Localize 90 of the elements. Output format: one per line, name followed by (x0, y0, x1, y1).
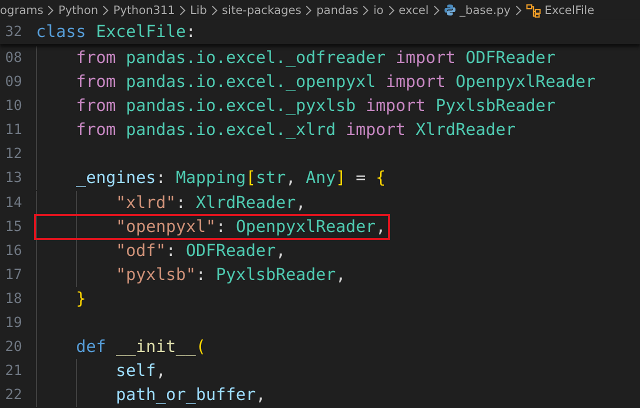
code-token: pandas.io.excel._openpyxl (124, 71, 377, 94)
code-token: ExcelFile (96, 21, 186, 43)
line-number: 17 (4, 266, 22, 285)
code-token: , (336, 264, 346, 286)
breadcrumb-item[interactable]: site-packages (222, 2, 302, 18)
chevron-icon (305, 4, 312, 16)
code-token: _engines (74, 167, 156, 190)
chevron-icon (210, 4, 218, 16)
code-token: "pyxlsb" (114, 264, 196, 286)
chevron-icon (514, 4, 522, 16)
breadcrumb-item[interactable]: ExcelFile (544, 2, 594, 18)
line-number: 14 (4, 194, 22, 213)
breadcrumb-item[interactable]: Lib (190, 2, 207, 18)
code-token: , (256, 384, 266, 406)
line-number: 18 (4, 290, 22, 309)
line-number: 22 (4, 386, 22, 406)
code-token: : (156, 167, 167, 190)
code-token: , (286, 167, 297, 190)
code-token: , (156, 360, 166, 382)
code-token: from (74, 119, 116, 142)
code-token: class (36, 21, 87, 43)
line-number: 15 (4, 218, 22, 237)
code-token: = (354, 167, 367, 190)
line-number: 16 (4, 242, 22, 261)
chevron-icon (362, 4, 370, 16)
code-token: import (386, 71, 446, 94)
line-number: 11 (4, 121, 22, 140)
breadcrumb-item[interactable]: _base.py (460, 2, 511, 18)
code-token: __init__ (116, 336, 196, 358)
chevron-icon (432, 4, 440, 16)
breadcrumb-item[interactable]: ograms (0, 2, 44, 18)
chevron-icon (102, 4, 110, 16)
code-token: "xlrd" (114, 192, 176, 214)
code-token: str (256, 167, 286, 190)
code-token: self (114, 360, 156, 382)
code-token: , (296, 192, 306, 214)
code-token: pandas.io.excel._pyxlsb (124, 95, 357, 118)
code-token: Mapping (176, 167, 246, 190)
code-token: from (74, 95, 116, 118)
code-token: ( (196, 336, 206, 358)
breadcrumb-item[interactable]: excel (398, 2, 429, 18)
code-token: XlrdReader (196, 192, 296, 214)
code-token: from (74, 71, 116, 94)
breadcrumb-item[interactable]: Python (58, 2, 98, 18)
code-token: pandas.io.excel._xlrd (124, 119, 337, 142)
line-number: 32 (4, 23, 22, 42)
code-token: , (276, 240, 286, 262)
code-token: PyxlsbReader (434, 95, 556, 118)
code-token: import (396, 47, 456, 69)
code-token: pandas.io.excel._odfreader (124, 47, 387, 69)
chevron-icon (47, 4, 54, 16)
code-token: ] (336, 167, 346, 190)
line-number: 09 (4, 73, 22, 92)
line-number: 08 (4, 49, 22, 68)
code-token: XlrdReader (414, 119, 516, 142)
breadcrumb-item[interactable]: Python311 (113, 2, 175, 18)
line-number: 20 (4, 338, 22, 358)
line-number: 12 (4, 145, 22, 164)
breadcrumb-item[interactable]: io (373, 2, 384, 18)
chevron-icon (388, 4, 395, 16)
code-token: import (346, 119, 406, 142)
code-token: ODFReader (186, 240, 276, 262)
line-number: 21 (4, 362, 22, 382)
code-token: : (196, 264, 207, 286)
code-token: : (166, 240, 177, 262)
code-token: : (176, 192, 187, 214)
code-token: } (74, 288, 86, 310)
code-token: OpenpyxlReader (454, 71, 596, 94)
line-number: 10 (4, 97, 22, 116)
python-file-icon (444, 4, 456, 16)
code-token: "openpyxl" (114, 216, 216, 238)
code-token: "odf" (114, 240, 166, 262)
code-token: OpenpyxlReader (236, 216, 376, 238)
code-token: path_or_buffer (114, 384, 256, 406)
code-token: ODFReader (464, 47, 556, 69)
code-token: : (216, 216, 227, 238)
class-symbol-icon (526, 2, 541, 18)
code-token: : (186, 21, 196, 43)
line-number: 19 (4, 314, 22, 334)
code-token: import (366, 95, 426, 118)
code-token: [ (246, 167, 256, 190)
code-token: def (74, 336, 107, 358)
code-token: { (376, 167, 386, 190)
code-token: PyxlsbReader (216, 264, 336, 286)
code-token: from (74, 47, 116, 69)
code-token: , (376, 216, 386, 238)
code-token: Any (306, 167, 336, 190)
line-number: 13 (4, 169, 22, 188)
breadcrumb-item[interactable]: pandas (316, 2, 358, 18)
chevron-icon (179, 4, 186, 16)
